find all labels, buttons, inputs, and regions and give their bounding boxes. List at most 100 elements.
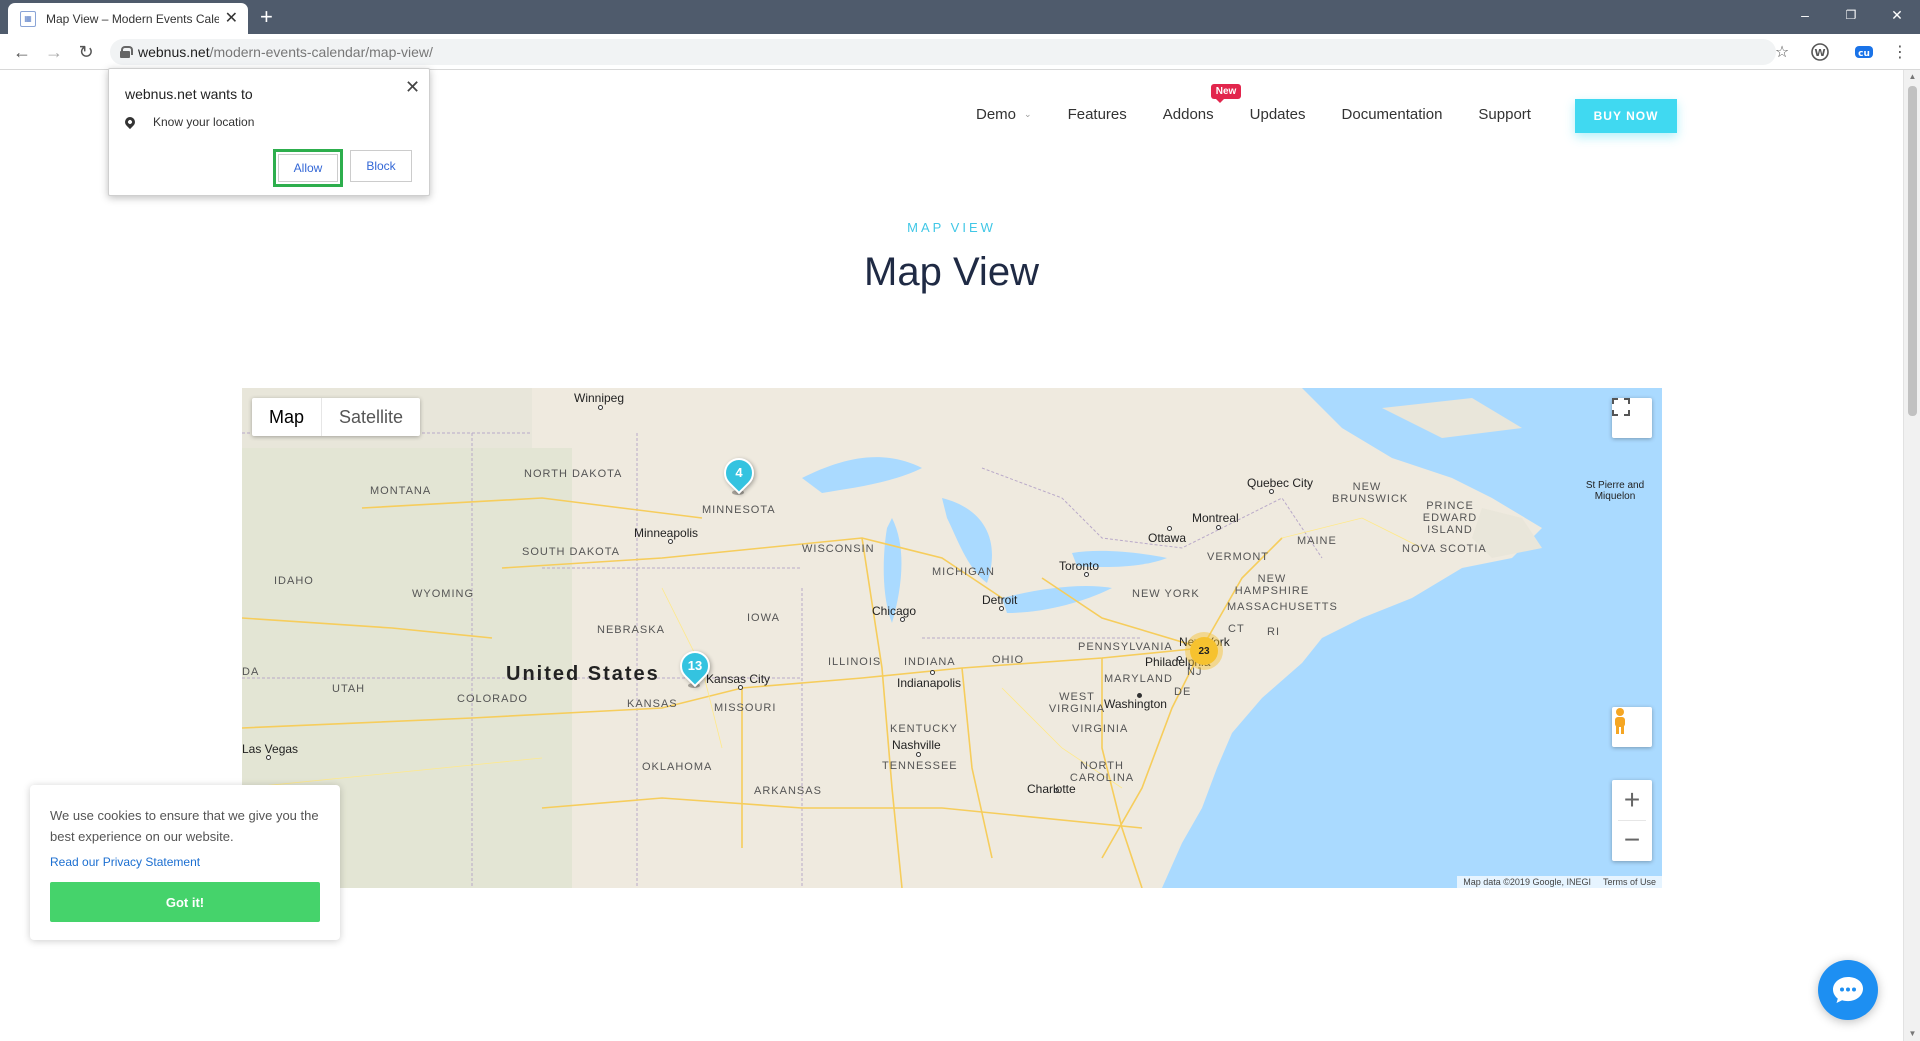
- state-label: KANSAS: [627, 698, 678, 710]
- page-scrollbar[interactable]: ▲ ▼: [1903, 70, 1920, 1041]
- city-dot: [930, 670, 935, 675]
- scroll-up-arrow-icon[interactable]: ▲: [1904, 70, 1920, 84]
- chevron-down-icon: ⌄: [1024, 109, 1032, 119]
- state-label: ARKANSAS: [754, 785, 822, 797]
- events-map[interactable]: NORTH DAKOTA MONTANA MINNESOTA SOUTH DAK…: [242, 388, 1662, 888]
- wordpress-extension-icon[interactable]: W: [1810, 42, 1830, 62]
- street-view-pegman[interactable]: [1612, 707, 1652, 747]
- state-label: KENTUCKY: [890, 723, 958, 735]
- minimize-button[interactable]: –: [1782, 0, 1828, 30]
- forward-arrow-icon[interactable]: →: [42, 40, 66, 64]
- state-label: DA: [242, 666, 260, 678]
- buy-now-button[interactable]: BUY NOW: [1575, 99, 1677, 133]
- nav-addons[interactable]: Addons New: [1163, 84, 1242, 123]
- city-label: Minneapolis: [634, 526, 699, 540]
- map-type-map-button[interactable]: Map: [252, 398, 323, 436]
- fullscreen-button[interactable]: [1612, 398, 1652, 438]
- state-label: RI: [1267, 626, 1280, 638]
- browser-toolbar: ← → ↻ webnus.net /modern-events-calendar…: [0, 34, 1920, 70]
- extension-icon[interactable]: cu: [1854, 42, 1874, 62]
- state-label: NORTH DAKOTA: [524, 468, 623, 480]
- zoom-control: + −: [1612, 780, 1652, 861]
- city-dot: [598, 405, 603, 410]
- state-label: NORTH CAROLINA: [1069, 760, 1135, 784]
- bookmark-star-icon[interactable]: ☆: [1772, 42, 1792, 62]
- privacy-statement-link[interactable]: Read our Privacy Statement: [50, 855, 200, 869]
- permission-request-label: Know your location: [153, 115, 255, 129]
- reload-icon[interactable]: ↻: [74, 40, 98, 64]
- browser-tab[interactable]: ▦ Map View – Modern Events Cale ✕: [8, 3, 248, 34]
- map-type-satellite-button[interactable]: Satellite: [322, 398, 420, 436]
- map-data-credit: Map data ©2019 Google, INEGI: [1463, 877, 1591, 887]
- scroll-thumb[interactable]: [1908, 86, 1917, 416]
- state-label: OKLAHOMA: [642, 761, 713, 773]
- city-label: Quebec City: [1247, 476, 1314, 490]
- location-pin-icon: [122, 114, 138, 130]
- address-bar[interactable]: webnus.net /modern-events-calendar/map-v…: [110, 39, 1776, 65]
- state-label: WEST VIRGINIA: [1048, 691, 1106, 715]
- state-label: INDIANA: [904, 656, 956, 668]
- allow-button-focus-ring: Allow: [273, 149, 343, 187]
- restore-button[interactable]: ❐: [1828, 0, 1874, 30]
- city-label: Charlotte: [1027, 782, 1076, 796]
- city-label: Indianapolis: [897, 676, 962, 690]
- zoom-out-button[interactable]: −: [1612, 820, 1652, 860]
- state-label: NEW HAMPSHIRE: [1234, 573, 1310, 597]
- nav-features[interactable]: Features: [1068, 106, 1127, 123]
- map-type-control: Map Satellite: [252, 398, 421, 436]
- cookie-message: We use cookies to ensure that we give yo…: [50, 808, 319, 844]
- state-label: DE: [1174, 686, 1192, 698]
- chat-bubble-icon: [1833, 977, 1863, 1003]
- city-dot: [1216, 525, 1221, 530]
- permission-request: Know your location: [122, 114, 255, 130]
- nav-demo[interactable]: Demo ⌄: [976, 106, 1032, 123]
- tab-title: Map View – Modern Events Cale: [46, 11, 219, 26]
- city-label: Toronto: [1059, 559, 1100, 573]
- marker-count: 4: [735, 465, 743, 480]
- state-label: COLORADO: [457, 693, 528, 705]
- city-label: Montreal: [1192, 511, 1239, 525]
- state-label: PENNSYLVANIA: [1078, 641, 1173, 653]
- nav-support[interactable]: Support: [1478, 106, 1531, 123]
- city-label: Washington: [1104, 697, 1167, 711]
- live-chat-button[interactable]: [1818, 960, 1878, 1020]
- allow-button[interactable]: Allow: [278, 154, 338, 182]
- state-label: MARYLAND: [1104, 673, 1173, 685]
- state-label: VERMONT: [1207, 551, 1269, 563]
- browser-menu-icon[interactable]: ⋮: [1890, 42, 1910, 62]
- fullscreen-icon: [1612, 398, 1630, 416]
- lock-icon: [120, 46, 133, 58]
- location-permission-dialog: webnus.net wants to ✕ Know your location…: [108, 68, 430, 196]
- state-label: OHIO: [992, 654, 1025, 666]
- cookie-accept-button[interactable]: Got it!: [50, 882, 320, 922]
- state-label: NOVA SCOTIA: [1402, 543, 1487, 555]
- tab-close-icon[interactable]: ✕: [225, 10, 238, 27]
- state-label: MINNESOTA: [702, 504, 776, 516]
- nav-documentation[interactable]: Documentation: [1342, 106, 1443, 123]
- page-title: Map View: [864, 250, 1039, 294]
- back-arrow-icon[interactable]: ←: [10, 40, 34, 64]
- close-window-button[interactable]: ✕: [1874, 0, 1920, 30]
- event-cluster[interactable]: 23: [1190, 637, 1218, 665]
- cookie-consent-banner: We use cookies to ensure that we give yo…: [30, 785, 340, 940]
- url-host: webnus.net: [138, 44, 210, 60]
- state-label: MONTANA: [370, 485, 432, 497]
- close-icon[interactable]: ✕: [405, 77, 420, 98]
- nav-updates[interactable]: Updates: [1250, 106, 1306, 123]
- svg-text:W: W: [1814, 48, 1825, 59]
- state-label: WYOMING: [412, 588, 474, 600]
- state-label: UTAH: [332, 683, 366, 695]
- marker-count: 13: [687, 658, 703, 673]
- zoom-in-button[interactable]: +: [1612, 780, 1652, 820]
- new-tab-button[interactable]: +: [260, 5, 273, 29]
- state-label: WISCONSIN: [802, 543, 875, 555]
- pegman-icon: [1615, 708, 1625, 734]
- scroll-down-arrow-icon[interactable]: ▼: [1904, 1027, 1920, 1041]
- state-label: NEW YORK: [1132, 588, 1200, 600]
- city-label: Nashville: [892, 738, 941, 752]
- terms-of-use-link[interactable]: Terms of Use: [1603, 877, 1656, 887]
- state-label: MAINE: [1297, 535, 1337, 547]
- state-label: MASSACHUSETTS: [1227, 601, 1338, 613]
- block-button[interactable]: Block: [350, 150, 412, 182]
- state-label: NEBRASKA: [597, 624, 665, 636]
